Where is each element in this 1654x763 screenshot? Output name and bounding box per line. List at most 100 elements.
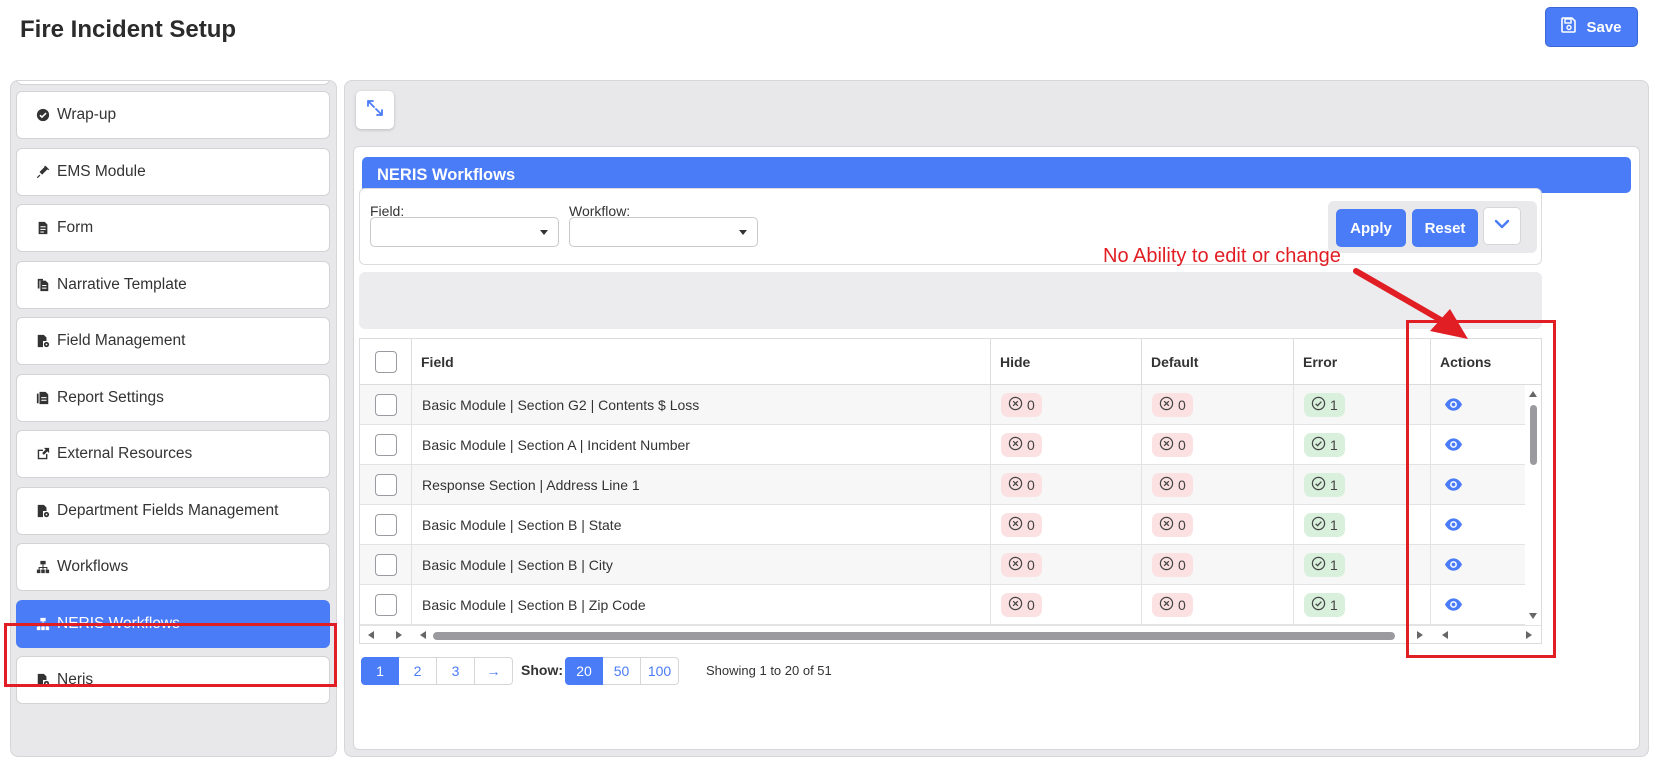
- check-circle-icon: [1311, 596, 1326, 614]
- expand-arrows-icon: [364, 97, 386, 124]
- view-eye-icon[interactable]: [1444, 555, 1464, 575]
- row-checkbox[interactable]: [374, 474, 397, 496]
- table-row[interactable]: Response Section | Address Line 1 0 0 1: [360, 465, 1525, 505]
- save-button[interactable]: Save: [1545, 7, 1638, 47]
- scroll-left-icon[interactable]: [368, 631, 374, 639]
- scroll-right-icon[interactable]: [1417, 631, 1423, 639]
- floppy-disk-icon: [1561, 17, 1577, 37]
- actions-cell: [1431, 585, 1525, 625]
- reset-button[interactable]: Reset: [1412, 209, 1478, 247]
- sidebar-item-wrap-up[interactable]: Wrap-up: [16, 91, 330, 139]
- error-count-badge[interactable]: 1: [1304, 473, 1345, 497]
- error-count-badge[interactable]: 1: [1304, 433, 1345, 457]
- row-checkbox[interactable]: [374, 434, 397, 456]
- sidebar-item-label: NERIS Workflows: [57, 614, 180, 632]
- default-count-badge[interactable]: 0: [1152, 553, 1193, 577]
- error-count-badge[interactable]: 1: [1304, 513, 1345, 537]
- sidebar-item-ems-module[interactable]: EMS Module: [16, 147, 330, 196]
- view-eye-icon[interactable]: [1444, 515, 1464, 535]
- hide-count-badge[interactable]: 0: [1001, 393, 1042, 417]
- page-size-20[interactable]: 20: [565, 657, 603, 685]
- error-count: 1: [1330, 477, 1338, 493]
- page-size-100[interactable]: 100: [641, 657, 679, 685]
- hide-count: 0: [1027, 517, 1035, 533]
- hide-count-badge[interactable]: 0: [1001, 513, 1042, 537]
- error-count-badge[interactable]: 1: [1304, 393, 1345, 417]
- scroll-left-icon[interactable]: [1442, 631, 1448, 639]
- default-count-badge[interactable]: 0: [1152, 433, 1193, 457]
- table-header: Field Hide Default Error Actions: [360, 339, 1541, 385]
- scroll-right-icon[interactable]: [396, 631, 402, 639]
- sidebar-item-external-resources[interactable]: External Resources: [16, 430, 330, 478]
- annotation-note: No Ability to edit or change: [1103, 245, 1341, 267]
- sidebar-item-form[interactable]: Form: [16, 204, 330, 252]
- table-row[interactable]: Basic Module | Section G2 | Contents $ L…: [360, 385, 1525, 425]
- hide-count-badge[interactable]: 0: [1001, 593, 1042, 617]
- sidebar-item-workflows[interactable]: Workflows: [16, 543, 330, 591]
- default-count-badge[interactable]: 0: [1152, 593, 1193, 617]
- column-header-error[interactable]: Error: [1294, 339, 1431, 385]
- sidebar-item-department-fields-management[interactable]: Department Fields Management: [16, 486, 330, 535]
- error-count: 1: [1330, 557, 1338, 573]
- page-button-2[interactable]: 2: [399, 657, 437, 685]
- table-row[interactable]: Basic Module | Section A | Incident Numb…: [360, 425, 1525, 465]
- table-row[interactable]: Basic Module | Section B | City 0 0 1: [360, 545, 1525, 585]
- table-row[interactable]: Basic Module | Section B | Zip Code 0 0 1: [360, 585, 1525, 625]
- page-size-50[interactable]: 50: [603, 657, 641, 685]
- hide-count-badge[interactable]: 0: [1001, 553, 1042, 577]
- sidebar-item-field-management[interactable]: Field Management: [16, 317, 330, 365]
- hide-count: 0: [1027, 477, 1035, 493]
- default-count-badge[interactable]: 0: [1152, 393, 1193, 417]
- error-count: 1: [1330, 437, 1338, 453]
- expand-button[interactable]: [356, 91, 394, 129]
- error-count-badge[interactable]: 1: [1304, 593, 1345, 617]
- scroll-right-icon[interactable]: [1526, 631, 1532, 639]
- default-cell: 0: [1142, 545, 1294, 585]
- page-button-1[interactable]: 1: [361, 657, 399, 685]
- x-circle-icon: [1159, 516, 1174, 534]
- column-header-field[interactable]: Field: [412, 339, 991, 385]
- sidebar-item-narrative-template[interactable]: Narrative Template: [16, 260, 330, 309]
- sidebar-item-partial[interactable]: [16, 81, 330, 85]
- scroll-up-icon[interactable]: [1529, 391, 1537, 397]
- view-eye-icon[interactable]: [1444, 435, 1464, 455]
- collapse-toggle-button[interactable]: [1483, 207, 1521, 245]
- scroll-down-icon[interactable]: [1529, 613, 1537, 619]
- default-count-badge[interactable]: 0: [1152, 513, 1193, 537]
- error-cell: 1: [1294, 425, 1431, 465]
- next-page-button[interactable]: →: [475, 657, 513, 685]
- row-checkbox[interactable]: [374, 394, 397, 416]
- summary-band: [359, 272, 1542, 329]
- page-button-3[interactable]: 3: [437, 657, 475, 685]
- sidebar-item-neris[interactable]: Neris: [16, 656, 330, 704]
- actions-cell: [1431, 385, 1525, 425]
- sidebar-item-label: External Resources: [57, 445, 193, 462]
- default-count-badge[interactable]: 0: [1152, 473, 1193, 497]
- sidebar-item-neris-workflows[interactable]: NERIS Workflows: [16, 599, 330, 648]
- hide-count-badge[interactable]: 0: [1001, 433, 1042, 457]
- view-eye-icon[interactable]: [1444, 395, 1464, 415]
- column-header-hide[interactable]: Hide: [991, 339, 1142, 385]
- hide-count-badge[interactable]: 0: [1001, 473, 1042, 497]
- horizontal-scroll-thumb[interactable]: [433, 632, 1395, 640]
- vertical-scroll-thumb[interactable]: [1530, 405, 1537, 465]
- workflow-select[interactable]: [569, 217, 758, 247]
- sidebar-item-report-settings[interactable]: Report Settings: [16, 373, 330, 422]
- error-cell: 1: [1294, 505, 1431, 545]
- view-eye-icon[interactable]: [1444, 595, 1464, 615]
- row-checkbox[interactable]: [374, 594, 397, 616]
- caret-down-icon: [540, 230, 548, 235]
- apply-button[interactable]: Apply: [1336, 209, 1406, 247]
- row-checkbox[interactable]: [374, 554, 397, 576]
- error-count-badge[interactable]: 1: [1304, 553, 1345, 577]
- table-row[interactable]: Basic Module | Section B | State 0 0 1: [360, 505, 1525, 545]
- scroll-left-icon[interactable]: [420, 631, 426, 639]
- select-all-checkbox[interactable]: [374, 351, 397, 373]
- column-header-default[interactable]: Default: [1142, 339, 1294, 385]
- horizontal-scrollbar[interactable]: [360, 625, 1541, 643]
- view-eye-icon[interactable]: [1444, 475, 1464, 495]
- results-summary: Showing 1 to 20 of 51: [706, 663, 832, 678]
- row-checkbox[interactable]: [374, 514, 397, 536]
- field-select[interactable]: [370, 217, 559, 247]
- vertical-scrollbar[interactable]: [1525, 385, 1541, 625]
